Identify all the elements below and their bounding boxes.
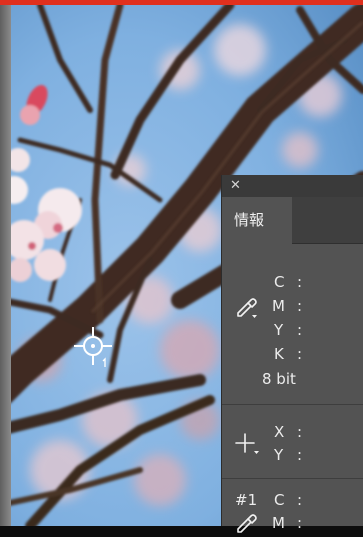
readout-label-k: K bbox=[274, 345, 284, 363]
readout-label-y2: Y bbox=[274, 446, 284, 464]
canvas-top-accent-bar bbox=[0, 0, 363, 5]
sampler-tag: #1 bbox=[235, 491, 258, 509]
target-crosshair-icon bbox=[74, 327, 112, 367]
crosshair-plus-icon[interactable] bbox=[234, 431, 262, 457]
readout-label-c: C bbox=[274, 273, 285, 291]
readout-colon: : bbox=[297, 423, 303, 441]
bit-depth-label: 8 bit bbox=[262, 370, 296, 388]
eyedropper-icon[interactable] bbox=[234, 295, 260, 321]
readout-label-m: M bbox=[272, 297, 285, 315]
readout-label-m: M bbox=[272, 514, 285, 532]
readout-label-x: X bbox=[274, 423, 285, 441]
panel-tab-bar: 情報 bbox=[222, 197, 363, 244]
tab-info[interactable]: 情報 bbox=[222, 197, 292, 244]
readout-label-c: C bbox=[274, 491, 285, 509]
readout-label-y: Y bbox=[274, 321, 284, 339]
section-divider bbox=[222, 478, 363, 479]
close-icon[interactable]: ✕ bbox=[230, 179, 242, 192]
eyedropper-icon[interactable] bbox=[234, 511, 260, 537]
readout-colon: : bbox=[297, 345, 303, 363]
readout-colon: : bbox=[297, 514, 303, 532]
readout-colon: : bbox=[297, 297, 303, 315]
section-divider bbox=[222, 404, 363, 405]
readout-colon: : bbox=[297, 321, 303, 339]
readout-colon: : bbox=[297, 491, 303, 509]
info-panel: ✕ 情報 C : M : Y : K : 8 bit X : Y : #1 C … bbox=[222, 175, 363, 533]
canvas-left-edge bbox=[0, 5, 11, 526]
panel-header: ✕ bbox=[222, 175, 363, 197]
readout-colon: : bbox=[297, 446, 303, 464]
readout-colon: : bbox=[297, 273, 303, 291]
